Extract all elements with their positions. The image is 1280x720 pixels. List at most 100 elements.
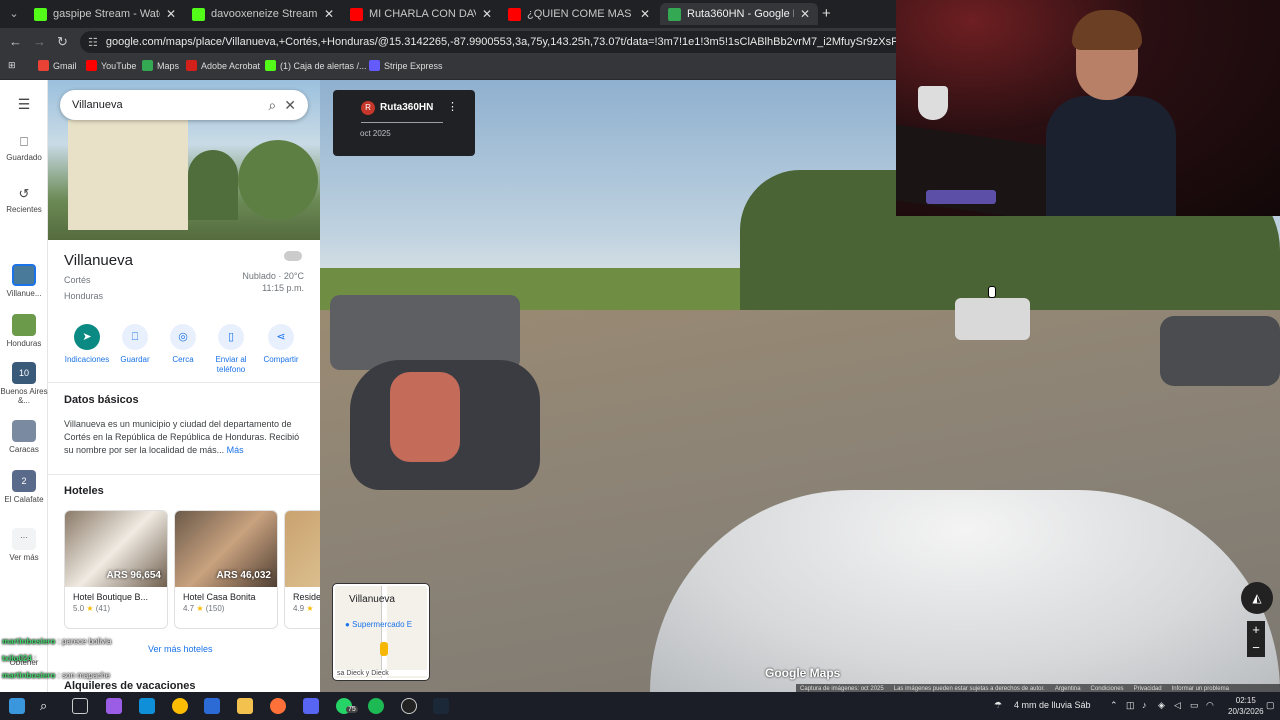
chat-message: martinbosiero : parece bolivia <box>2 637 112 646</box>
send-to-phone-button[interactable]: ▯ Enviar al teléfono <box>204 324 258 375</box>
url-text[interactable]: google.com/maps/place/Villanueva,+Cortés… <box>106 36 980 48</box>
person-shape <box>1046 96 1176 216</box>
kick-icon <box>192 7 205 21</box>
notifications-icon[interactable]: ▢ <box>1266 700 1275 711</box>
close-tab-icon[interactable]: ✕ <box>324 7 334 21</box>
mic-icon[interactable]: ♪ <box>1142 700 1147 710</box>
bookmark-youtube[interactable]: YouTube <box>86 60 136 71</box>
search-icon[interactable]: ⌕ <box>40 698 56 714</box>
edge-icon[interactable] <box>139 698 155 714</box>
zoom-in-button[interactable]: + <box>1247 621 1265 639</box>
hotel-photo: ARS 96,654 <box>65 511 167 587</box>
hotel-card[interactable]: ARS 46,032 Hotel Casa Bonita 4.7 ★ (150) <box>174 510 278 629</box>
spotify-icon[interactable] <box>368 698 384 714</box>
new-tab-button[interactable]: + <box>822 5 831 22</box>
tab-2[interactable]: MI CHARLA CON DAVO XENEI ✕ <box>342 3 500 25</box>
more-options-icon[interactable]: ⋮ <box>447 100 458 113</box>
more-link[interactable]: Más <box>227 445 244 455</box>
directions-button[interactable]: ➤ Indicaciones <box>60 324 114 365</box>
acrobat-icon <box>186 60 197 71</box>
task-view-icon[interactable] <box>72 698 88 714</box>
clock-time: 02:15 <box>1235 696 1256 705</box>
history-icon: ↺ <box>18 186 30 201</box>
reload-icon[interactable]: ↻ <box>57 34 68 50</box>
hotel-rating: 4.7 ★ (150) <box>183 604 225 613</box>
person-shape <box>1072 10 1142 50</box>
bookmark-acrobat[interactable]: Adobe Acrobat <box>186 60 260 71</box>
rain-icon[interactable]: ☂ <box>994 700 1002 711</box>
search-icon[interactable]: ⌕ <box>268 97 276 114</box>
hotel-name: Hotel Boutique B... <box>73 592 149 602</box>
apps-icon[interactable]: ⊞ <box>8 60 16 71</box>
volume-icon[interactable]: ◁ <box>1174 700 1181 711</box>
pegman-icon <box>380 642 388 656</box>
bookmark-alerts[interactable]: (1) Caja de alertas /... <box>265 60 367 71</box>
copilot-icon[interactable] <box>106 698 122 714</box>
bookmark-maps[interactable]: Maps <box>142 60 179 71</box>
contributor-name[interactable]: Ruta360HN <box>380 102 433 113</box>
firefox-icon[interactable] <box>270 698 286 714</box>
shield-icon[interactable]: ◈ <box>1158 700 1165 711</box>
rail-place-honduras[interactable]: Honduras <box>0 314 48 348</box>
youtube-icon <box>350 7 363 21</box>
close-tab-icon[interactable]: ✕ <box>166 7 176 21</box>
nearby-button[interactable]: ◎ Cerca <box>156 324 210 365</box>
search-input[interactable] <box>72 99 261 111</box>
close-tab-icon[interactable]: ✕ <box>800 7 810 21</box>
obs-icon[interactable] <box>401 698 417 714</box>
rail-place-buenos-aires[interactable]: 10 Buenos Aires &... <box>0 362 48 405</box>
discord-icon[interactable] <box>303 698 319 714</box>
forward-icon[interactable]: → <box>33 34 46 49</box>
bookmark-gmail[interactable]: Gmail <box>38 60 77 71</box>
save-button[interactable]: ⎕ Guardar <box>108 324 162 365</box>
hotel-card[interactable]: ARS 96,654 Hotel Boutique B... 5.0 ★ (41… <box>64 510 168 629</box>
address-bar[interactable]: ☷ google.com/maps/place/Villanueva,+Cort… <box>80 31 980 53</box>
store-icon[interactable] <box>204 698 220 714</box>
close-icon[interactable]: ✕ <box>284 97 296 114</box>
tab-1[interactable]: davooxeneize Stream - Watch L ✕ <box>184 3 342 25</box>
wifi-icon[interactable]: ◠ <box>1206 700 1214 711</box>
star-icon: ★ <box>86 604 94 613</box>
share-button[interactable]: ⋖ Compartir <box>254 324 308 365</box>
tab-search-icon[interactable]: ⌄ <box>6 6 22 22</box>
rail-place-caracas[interactable]: Caracas <box>0 420 48 454</box>
more-hotels-link[interactable]: Ver más hoteles <box>148 644 213 654</box>
minimap[interactable]: Villanueva ● Supermercado E sa Dieck y D… <box>333 584 429 680</box>
avatar[interactable]: R <box>361 101 375 115</box>
bookmark-stripe[interactable]: Stripe Express <box>369 60 443 71</box>
place-country: Honduras <box>64 291 104 301</box>
chrome-icon[interactable] <box>172 698 188 714</box>
rail-saved[interactable]: ⎕ Guardado <box>0 134 48 162</box>
rail-recent[interactable]: ↺ Recientes <box>0 186 48 214</box>
system-clock[interactable]: 02:15 20/3/2026 <box>1228 695 1264 717</box>
tab-3[interactable]: ¿QUIEN COME MAS SUSHI? M ✕ <box>500 3 658 25</box>
rail-more[interactable]: ··· Ver más <box>0 528 48 562</box>
more-icon: ··· <box>12 528 36 550</box>
back-icon[interactable]: ← <box>9 34 22 49</box>
stripe-icon <box>369 60 380 71</box>
webcam-overlay <box>896 0 1280 216</box>
maps-left-rail: ☰ ⎕ Guardado ↺ Recientes Villanue... Hon… <box>0 80 48 692</box>
close-tab-icon[interactable]: ✕ <box>640 7 650 21</box>
tray-chevron-icon[interactable]: ⌃ <box>1110 700 1118 711</box>
close-tab-icon[interactable]: ✕ <box>482 7 492 21</box>
rail-place-el-calafate[interactable]: 2 El Calafate <box>0 470 48 504</box>
hand-cursor-icon <box>988 286 996 298</box>
zoom-out-button[interactable]: − <box>1247 639 1265 657</box>
network-icon[interactable]: ◫ <box>1126 700 1135 711</box>
site-info-icon[interactable]: ☷ <box>88 36 98 49</box>
capture-date[interactable]: oct 2025 <box>360 129 391 138</box>
start-icon[interactable] <box>9 698 25 714</box>
weather-widget[interactable]: 4 mm de lluvia Sáb <box>1014 700 1091 710</box>
tab-4[interactable]: Ruta360HN - Google Maps ✕ <box>660 3 818 25</box>
rail-place-villanueva[interactable]: Villanue... <box>0 264 48 298</box>
monitor-icon[interactable]: ▭ <box>1190 700 1199 711</box>
steam-icon[interactable] <box>433 698 449 714</box>
tab-0[interactable]: gaspipe Stream - Watch Live on ✕ <box>26 3 184 25</box>
menu-icon[interactable]: ☰ <box>0 96 48 113</box>
hotel-card[interactable]: Reside 4.9 ★ <box>284 510 320 629</box>
star-icon: ★ <box>306 604 314 613</box>
clock-date: 20/3/2026 <box>1228 707 1264 716</box>
file-explorer-icon[interactable] <box>237 698 253 714</box>
compass-icon[interactable]: ◭ <box>1241 582 1273 614</box>
